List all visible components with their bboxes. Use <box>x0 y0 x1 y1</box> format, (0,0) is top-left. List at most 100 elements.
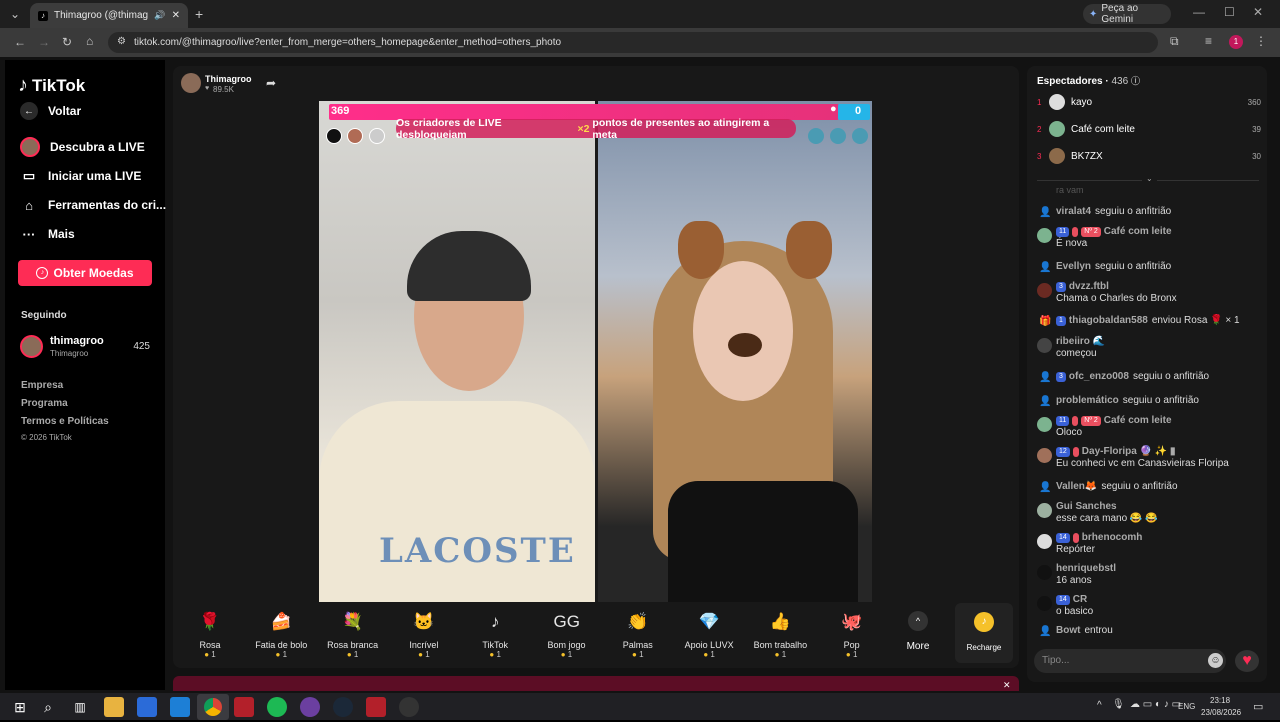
obs-icon[interactable] <box>399 697 419 717</box>
audio-icon[interactable]: 🔊 <box>154 10 165 21</box>
windows-start-icon[interactable]: ⊞ <box>10 697 30 717</box>
tiktok-logo[interactable]: ♪ TikTok <box>18 74 85 97</box>
steam-icon[interactable] <box>333 697 353 717</box>
chat-comment[interactable]: 11 Nº 2 Café com leite É nova <box>1037 226 1263 250</box>
gift-item[interactable]: 💎 Apoio LUVX ● 1 <box>677 603 741 665</box>
voicemod-icon[interactable] <box>366 697 386 717</box>
viewer-row[interactable]: 1 kayo 360 <box>1037 94 1261 110</box>
chevron-down-icon[interactable]: ⌄ <box>1142 174 1157 183</box>
top-gifter-avatar[interactable] <box>326 128 342 144</box>
chrome-taskbar-button[interactable] <box>197 694 229 720</box>
chat-comment[interactable]: 👤 viralat4 seguiu o anfitrião <box>1037 206 1263 218</box>
share-icon[interactable]: ➦ <box>266 76 276 90</box>
chat-comment[interactable]: 👤 3 ofc_enzo008 seguiu o anfitrião <box>1037 371 1263 383</box>
gift-item[interactable]: 🐙 Pop ● 1 <box>820 603 884 665</box>
chat-comment[interactable]: ribeiiro 🌊 começou <box>1037 336 1263 360</box>
more-gifts-button[interactable]: ^ More <box>900 608 936 660</box>
chat-comment[interactable]: 👤 Bowt entrou <box>1037 625 1263 637</box>
nav-creator-tools[interactable]: ⌂ Ferramentas do cri... <box>20 196 166 214</box>
gift-item[interactable]: 👍 Bom trabalho ● 1 <box>748 603 812 665</box>
chat-comment[interactable]: 👤 Vallen🦊 seguiu o anfitrião <box>1037 481 1263 493</box>
new-tab-button[interactable]: + <box>195 6 203 22</box>
chat-comment[interactable]: 👤 Evellyn seguiu o anfitrião <box>1037 261 1263 273</box>
app-icon[interactable] <box>300 697 320 717</box>
gift-item[interactable]: 💐 Rosa branca ● 1 <box>321 603 385 665</box>
like-heart-button[interactable]: ♥ <box>1235 650 1259 672</box>
back-icon[interactable]: ← <box>14 35 26 49</box>
chat-comment[interactable]: 11 Nº 2 Café com leite Oloco <box>1037 415 1263 439</box>
close-tab-icon[interactable]: ✕ <box>172 10 180 21</box>
viewer-row[interactable]: 3 BK7ZX 30 <box>1037 148 1261 164</box>
nav-more[interactable]: ··· Mais <box>20 225 75 243</box>
chat-comment[interactable]: henriquebstl 16 anos <box>1037 563 1263 587</box>
forward-icon[interactable]: → <box>38 35 50 49</box>
emoji-icon[interactable]: ☺ <box>1208 653 1223 668</box>
file-explorer-icon[interactable] <box>104 697 124 717</box>
search-icon[interactable]: ⌕ <box>38 697 58 717</box>
footer-link-company[interactable]: Empresa <box>21 380 63 391</box>
footer-link-terms[interactable]: Termos e Políticas <box>21 416 109 427</box>
nav-discover-live[interactable]: Descubra a LIVE <box>20 137 145 157</box>
tab-search-icon[interactable]: ⌄ <box>10 7 20 21</box>
store-icon[interactable] <box>137 697 157 717</box>
top-gifter-avatar[interactable] <box>369 128 385 144</box>
task-view-icon[interactable]: ▥ <box>70 697 90 717</box>
top-gifter-avatar[interactable] <box>347 128 363 144</box>
chat-comment[interactable]: 🎁 1 thiagobaldan588 enviou Rosa 🌹 × 1 <box>1037 315 1263 327</box>
footer-link-program[interactable]: Programa <box>21 398 68 409</box>
gift-item[interactable]: 🍰 Fatia de bolo ● 1 <box>249 603 313 665</box>
clock-date[interactable]: 23/08/2026 <box>1201 708 1241 717</box>
maximize-icon[interactable]: ☐ <box>1224 5 1235 19</box>
notification-icon[interactable]: ▭ <box>1253 700 1263 713</box>
close-window-icon[interactable]: ✕ <box>1253 5 1263 19</box>
media-icon[interactable]: ≡ <box>1205 34 1212 48</box>
site-info-icon[interactable]: ⚙ <box>117 36 126 47</box>
home-icon[interactable]: ⌂ <box>86 34 93 48</box>
back-link[interactable]: ← Voltar <box>20 102 81 120</box>
recharge-button[interactable]: ♪ Recharge <box>955 603 1013 663</box>
chat-comment[interactable]: Gui Sanches esse cara mano 😂 😂 <box>1037 501 1263 525</box>
close-banner-icon[interactable]: ✕ <box>1003 680 1011 691</box>
gift-item[interactable]: 🐱 Incrível ● 1 <box>392 603 456 665</box>
gemini-button[interactable]: ✦ Peça ao Gemini <box>1083 3 1171 25</box>
host-info[interactable]: Thimagroo ♥ 89.5K <box>181 73 261 95</box>
chat-comment[interactable]: 14 CR o basico <box>1037 594 1263 618</box>
spotify-icon[interactable] <box>267 697 287 717</box>
gift-item[interactable]: ♪ TikTok ● 1 <box>463 603 527 665</box>
clock-time[interactable]: 23:18 <box>1210 696 1230 705</box>
get-coins-button[interactable]: ♪ Obter Moedas <box>18 260 152 286</box>
chat-comment[interactable]: 14 brhenocomh Repórter <box>1037 532 1263 556</box>
profile-avatar[interactable]: 1 <box>1229 35 1243 49</box>
chat-comment[interactable]: 12 Day-Floripa 🔮 ✨ ▮ Eu conheci vc em Cana… <box>1037 446 1263 470</box>
live-video[interactable]: LACOSTE <box>319 101 872 602</box>
chat-comment[interactable]: 3 dvzz.ftbl Chama o Charles do Bronx <box>1037 281 1263 305</box>
menu-icon[interactable]: ⋮ <box>1255 34 1267 48</box>
seat-icon[interactable] <box>852 128 868 144</box>
outlook-icon[interactable] <box>170 697 190 717</box>
seat-icon[interactable] <box>808 128 824 144</box>
goal-banner[interactable]: Os criadores de LIVE desbloqueiam ×2 pon… <box>396 117 796 141</box>
gift-item[interactable]: 🌹 Rosa ● 1 <box>178 603 242 665</box>
extensions-icon[interactable]: ⧉ <box>1170 34 1179 49</box>
chat-comment[interactable]: 👤 problemático seguiu o anfitrião <box>1037 395 1263 407</box>
reload-icon[interactable]: ↻ <box>62 35 72 49</box>
info-icon: ⓘ <box>1130 76 1140 86</box>
gift-item[interactable]: 👏 Palmas ● 1 <box>606 603 670 665</box>
tray-icons[interactable]: ☁ ▭ ◐ ♪ ▭ <box>1130 699 1181 710</box>
seat-icon[interactable] <box>830 128 846 144</box>
following-item[interactable]: thimagroo Thimagroo 425 <box>20 334 152 360</box>
tray-chevron-icon[interactable]: ^ <box>1097 700 1102 711</box>
viewers-title[interactable]: Espectadores · 436 ⓘ <box>1037 74 1140 87</box>
browser-tab[interactable]: ♪ Thimagroo (@thimagroo) o 🔊 ✕ <box>30 3 188 28</box>
comment-text: Repórter <box>1056 544 1095 555</box>
language-indicator[interactable]: ENG <box>1178 702 1195 711</box>
viewer-row[interactable]: 2 Café com leite 39 <box>1037 121 1261 137</box>
gift-item[interactable]: GG Bom jogo ● 1 <box>535 603 599 665</box>
chat-input[interactable]: Tipo... <box>1034 649 1226 673</box>
minimize-icon[interactable]: — <box>1193 5 1205 19</box>
voicemod-icon[interactable] <box>234 697 254 717</box>
nav-start-live[interactable]: ▭ Iniciar uma LIVE <box>20 167 142 185</box>
mic-icon[interactable]: 🎙 <box>1112 699 1125 710</box>
url-field[interactable]: ⚙ tiktok.com/@thimagroo/live?enter_from_… <box>108 32 1158 53</box>
gift-price-value: 1 <box>710 650 715 659</box>
